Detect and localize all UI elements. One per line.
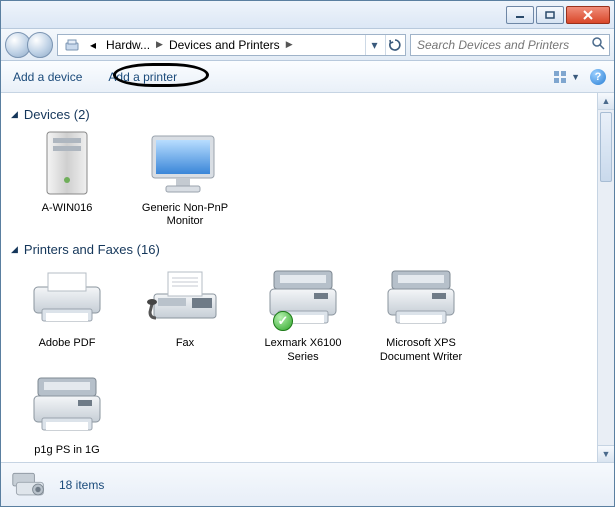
- forward-button[interactable]: [27, 32, 53, 58]
- scroll-up-button[interactable]: ▲: [598, 93, 614, 110]
- group-header-printers[interactable]: ◢ Printers and Faxes (16): [11, 242, 587, 257]
- group-items-devices: A-WIN016 Generic Non-PnP Monitor: [17, 128, 587, 234]
- monitor-icon: [145, 128, 225, 200]
- group-items-printers: Adobe PDF Fax: [17, 263, 587, 462]
- maximize-button[interactable]: [536, 6, 564, 24]
- toolbar: Add a device Add a printer ▼ ?: [1, 61, 614, 93]
- scroll-track[interactable]: [598, 110, 614, 445]
- item-label: Fax: [176, 337, 194, 350]
- status-bar: 18 items: [1, 462, 614, 506]
- printer-xps[interactable]: Microsoft XPS Document Writer: [371, 263, 471, 363]
- device-monitor[interactable]: Generic Non-PnP Monitor: [135, 128, 235, 228]
- breadcrumb-prev[interactable]: ◂: [86, 35, 100, 55]
- refresh-button[interactable]: [385, 35, 403, 55]
- minimize-button[interactable]: [506, 6, 534, 24]
- titlebar: [1, 1, 614, 29]
- mfp-icon: ✓: [263, 263, 343, 335]
- devices-summary-icon: [11, 469, 47, 501]
- device-computer[interactable]: A-WIN016: [17, 128, 117, 228]
- item-label: Generic Non-PnP Monitor: [135, 202, 235, 228]
- printer-icon: [27, 263, 107, 335]
- vertical-scrollbar[interactable]: ▲ ▼: [597, 93, 614, 462]
- close-button[interactable]: [566, 6, 610, 24]
- breadcrumb-root-icon[interactable]: [60, 35, 84, 55]
- printer-lexmark[interactable]: ✓ Lexmark X6100 Series: [253, 263, 353, 363]
- navbar: ◂ Hardw... ▶ Devices and Printers ▶ ▾: [1, 29, 614, 61]
- add-device-button[interactable]: Add a device: [9, 68, 86, 86]
- add-printer-button[interactable]: Add a printer: [104, 68, 181, 86]
- address-dropdown[interactable]: ▾: [365, 35, 383, 55]
- breadcrumb-devices-printers[interactable]: Devices and Printers: [165, 35, 284, 55]
- search-box[interactable]: [410, 34, 610, 56]
- computer-tower-icon: [27, 128, 107, 200]
- item-label: Adobe PDF: [39, 337, 96, 350]
- item-label: Microsoft XPS Document Writer: [371, 337, 471, 363]
- printer-adobe-pdf[interactable]: Adobe PDF: [17, 263, 117, 363]
- scroll-thumb[interactable]: [600, 112, 612, 182]
- chevron-right-icon: ▶: [156, 39, 163, 50]
- item-label: Lexmark X6100 Series: [253, 337, 353, 363]
- view-options-button[interactable]: ▼: [553, 70, 580, 84]
- breadcrumb-hardware[interactable]: Hardw...: [102, 35, 154, 55]
- item-label: A-WIN016: [42, 202, 93, 215]
- address-bar[interactable]: ◂ Hardw... ▶ Devices and Printers ▶ ▾: [57, 34, 406, 56]
- group-header-devices[interactable]: ◢ Devices (2): [11, 107, 587, 122]
- fax-icon: [145, 263, 225, 335]
- status-count: 18 items: [59, 478, 104, 492]
- help-button[interactable]: ?: [590, 69, 606, 85]
- content-pane: ◢ Devices (2) A-WIN016: [1, 93, 597, 462]
- search-input[interactable]: [415, 37, 587, 53]
- mfp-icon: [381, 263, 461, 335]
- search-icon: [591, 36, 605, 53]
- collapse-icon: ◢: [11, 109, 18, 120]
- printer-fax[interactable]: Fax: [135, 263, 235, 363]
- collapse-icon: ◢: [11, 244, 18, 255]
- item-label: p1g PS in 1G: [34, 444, 99, 457]
- mfp-icon: [27, 370, 107, 442]
- printer-p1g[interactable]: p1g PS in 1G: [17, 370, 117, 457]
- scroll-down-button[interactable]: ▼: [598, 445, 614, 462]
- chevron-right-icon: ▶: [286, 39, 293, 50]
